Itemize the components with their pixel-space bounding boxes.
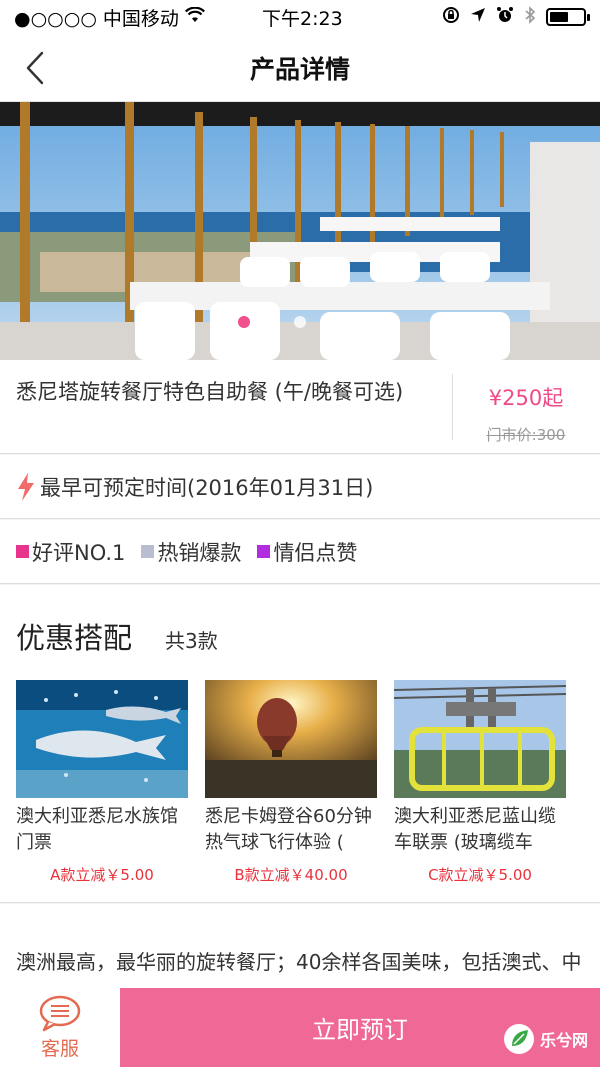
deal-discount: B款立减￥40.00 xyxy=(234,866,348,884)
battery-level xyxy=(550,12,568,22)
product-image-carousel[interactable] xyxy=(0,102,600,360)
carousel-dot[interactable] xyxy=(238,316,250,328)
tag-label: 情侣点赞 xyxy=(273,540,358,565)
tag-item: 情侣点赞 xyxy=(257,537,357,567)
product-tags: 好评NO.1 热销爆款 情侣点赞 xyxy=(0,520,600,584)
wifi-icon xyxy=(184,6,205,28)
aquarium-thumbnail xyxy=(16,680,188,798)
product-info: 悉尼塔旋转餐厅特色自助餐 (午/晚餐可选) ¥250起 门市价:300 xyxy=(0,360,600,454)
deals-title: 优惠搭配 xyxy=(16,621,133,655)
earliest-booking-text: 最早可预定时间(2016年01月31日) xyxy=(40,475,374,500)
alarm-icon xyxy=(496,6,514,29)
deal-card-aquarium[interactable]: 澳大利亚悉尼水族馆门票 A款立减￥5.00 xyxy=(16,680,188,885)
deals-section: 优惠搭配 共3款 澳大利亚悉尼水族馆门票 A款立减￥5.00 悉尼卡姆登谷60分… xyxy=(0,585,600,903)
chevron-left-icon xyxy=(26,51,44,85)
deal-title: 悉尼卡姆登谷60分钟热气球飞行体验 ( xyxy=(205,806,372,853)
tag-color-icon xyxy=(257,545,271,558)
original-price: 门市价:300 xyxy=(486,426,566,444)
carousel-dot[interactable] xyxy=(322,316,334,328)
tag-item: 好评NO.1 xyxy=(16,537,125,567)
deal-card-balloon[interactable]: 悉尼卡姆登谷60分钟热气球飞行体验 ( B款立减￥40.00 xyxy=(205,680,377,885)
rotation-lock-icon xyxy=(442,6,460,29)
chat-bubble-icon xyxy=(39,995,81,1032)
carrier-label: ●○○○○ 中国移动 xyxy=(14,7,179,30)
bluetooth-icon xyxy=(524,5,536,29)
leaf-logo-icon xyxy=(503,1024,534,1054)
cable-car-thumbnail xyxy=(394,680,566,798)
carousel-indicator xyxy=(0,316,600,328)
status-bar: ●○○○○ 中国移动 下午2:23 xyxy=(0,0,600,34)
product-name: 悉尼塔旋转餐厅特色自助餐 (午/晚餐可选) xyxy=(16,380,404,404)
tag-label: 热销爆款 xyxy=(157,540,242,565)
book-now-label: 立即预订 xyxy=(312,1016,408,1044)
deal-title: 澳大利亚悉尼水族馆门票 xyxy=(16,806,178,853)
balloon-thumbnail xyxy=(205,680,377,798)
carousel-dot[interactable] xyxy=(350,316,362,328)
tag-color-icon xyxy=(16,545,29,558)
carousel-dot[interactable] xyxy=(266,316,278,328)
location-icon xyxy=(470,6,486,28)
watermark-text: 乐兮网 xyxy=(539,1031,588,1050)
customer-service-button[interactable]: 客服 xyxy=(0,988,120,1067)
back-button[interactable] xyxy=(18,48,52,88)
deal-discount: A款立减￥5.00 xyxy=(50,866,154,884)
deal-discount: C款立减￥5.00 xyxy=(428,866,532,884)
earliest-booking-row: 最早可预定时间(2016年01月31日) xyxy=(0,455,600,519)
deal-title: 澳大利亚悉尼蓝山缆车联票 (玻璃缆车 xyxy=(394,806,556,853)
customer-service-label: 客服 xyxy=(40,1038,79,1060)
deals-count: 共3款 xyxy=(165,629,218,653)
tag-color-icon xyxy=(141,545,155,558)
tag-item: 热销爆款 xyxy=(141,537,241,567)
clock-time: 下午2:23 xyxy=(262,7,343,30)
carousel-dot[interactable] xyxy=(294,316,306,328)
watermark-logo: 乐兮网 xyxy=(502,1022,588,1056)
deal-card-cablecar[interactable]: 澳大利亚悉尼蓝山缆车联票 (玻璃缆车 C款立减￥5.00 xyxy=(394,680,566,885)
tag-label: 好评NO.1 xyxy=(32,540,126,565)
product-price: ¥250起 xyxy=(488,386,564,410)
lightning-icon xyxy=(18,472,34,501)
page-title: 产品详情 xyxy=(249,54,350,84)
battery-icon xyxy=(546,8,590,26)
nav-bar: 产品详情 xyxy=(0,34,600,102)
